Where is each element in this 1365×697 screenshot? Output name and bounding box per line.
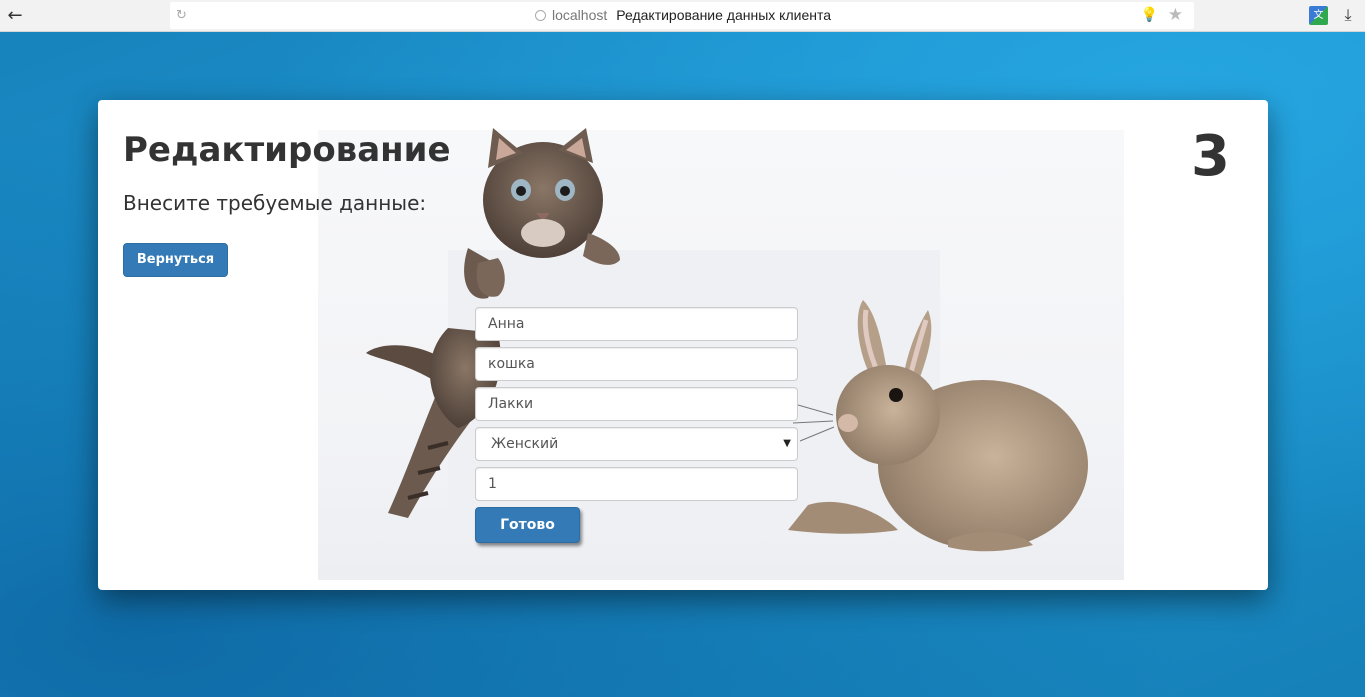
bulb-icon[interactable]: 💡 [1141, 6, 1158, 25]
url-host: localhost [552, 7, 608, 23]
back-arrow-icon[interactable]: ← [4, 5, 26, 27]
tab-title: Редактирование данных клиента [616, 7, 832, 23]
rabbit-illustration [788, 300, 1088, 552]
translate-icon[interactable]: 文 [1309, 6, 1328, 25]
star-icon[interactable]: ★ [1168, 5, 1183, 26]
page-title: Редактирование [123, 130, 451, 170]
client-id-number: 3 [1191, 124, 1230, 189]
download-icon[interactable]: ⤓ [1338, 5, 1358, 25]
owner-name-field[interactable]: Анна [475, 307, 798, 341]
browser-toolbar: ← ↻ localhost Редактирование данных клиен… [0, 0, 1365, 32]
url-display[interactable]: localhost Редактирование данных клиента [535, 2, 831, 29]
age-field[interactable]: 1 [475, 467, 798, 501]
reload-icon[interactable]: ↻ [176, 6, 187, 25]
chevron-down-icon: ▼ [783, 438, 791, 449]
gender-selected-value: Женский [491, 436, 559, 452]
pet-name-field[interactable]: Лакки [475, 387, 798, 421]
submit-button[interactable]: Готово [475, 507, 580, 543]
gender-select[interactable]: Женский ▼ [475, 427, 798, 461]
edit-card: Редактирование Внесите требуемые данные:… [98, 100, 1268, 590]
globe-icon [535, 10, 546, 21]
species-field[interactable]: кошка [475, 347, 798, 381]
page-subtitle: Внесите требуемые данные: [123, 191, 427, 215]
address-bar[interactable]: ↻ localhost Редактирование данных клиента… [170, 2, 1194, 29]
return-button[interactable]: Вернуться [123, 243, 228, 277]
